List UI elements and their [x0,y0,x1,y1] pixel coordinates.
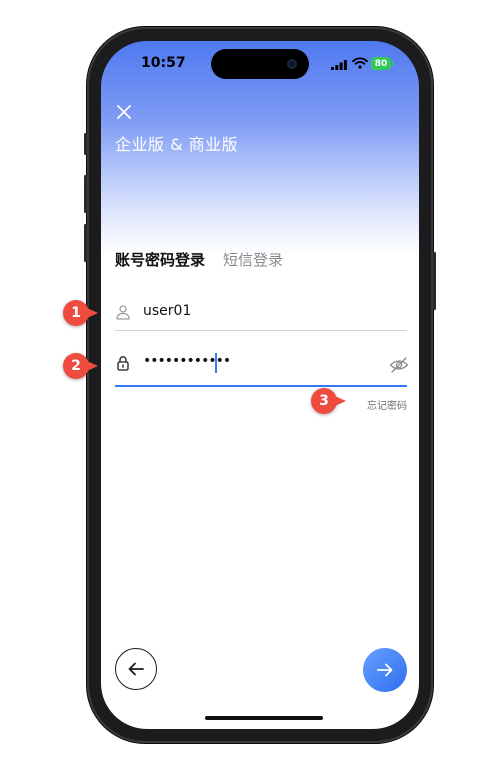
username-input[interactable]: user01 [143,303,191,319]
back-button[interactable] [115,648,157,690]
password-input[interactable]: •••••••••••• [143,353,231,369]
page-title: 企业版 & 商业版 [115,135,239,154]
tab-sms-login[interactable]: 短信登录 [223,249,283,270]
camera-icon [287,59,297,69]
callout-marker-2: 2 [63,353,98,379]
username-underline [115,330,407,331]
next-button[interactable] [363,648,407,692]
callout-marker-1: 1 [63,300,98,326]
forgot-password-link[interactable]: 忘记密码 [367,397,407,412]
home-indicator [205,716,323,720]
callout-marker-3: 3 [311,388,346,414]
status-time: 10:57 [141,55,186,71]
dynamic-island [211,49,309,79]
arrow-left-icon [128,662,144,676]
phone-power-button [433,252,436,310]
user-icon [116,305,130,320]
eye-off-icon[interactable] [389,357,409,373]
battery-tip [392,61,394,66]
signal-icon [331,60,347,70]
battery-icon: 80 [371,57,391,70]
arrow-right-icon [377,663,393,677]
password-underline [115,385,407,387]
phone-volume-up [84,175,87,213]
text-caret [215,353,217,373]
app-screen: 10:57 80 企业版 & 商业版 账号密码登录 短信登录 user01 ••… [101,41,419,729]
tab-password-login[interactable]: 账号密码登录 [115,249,205,270]
lock-icon [117,356,129,371]
wifi-icon [352,57,368,69]
phone-side-button [84,133,87,155]
close-icon[interactable] [115,103,133,121]
phone-volume-down [84,224,87,262]
